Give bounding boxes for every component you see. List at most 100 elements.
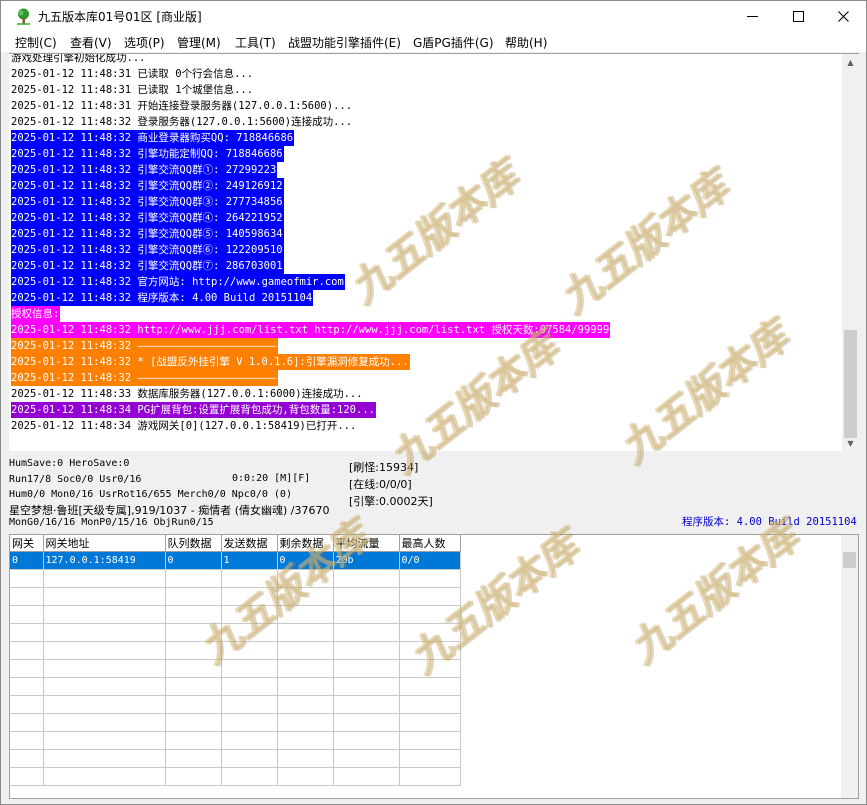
table-cell [333,713,400,732]
log-line: 2025-01-12 11:48:32 引擎交流QQ群⑥: 122209510 [11,242,284,258]
table-cell [221,749,278,768]
table-cell [43,731,166,750]
log-line: 2025-01-12 11:48:32 引擎交流QQ群②: 249126912 [11,178,284,194]
log-line: 2025-01-12 11:48:32 引擎交流QQ群⑦: 286703001 [11,258,284,274]
log-line: 2025-01-12 11:48:32 引擎交流QQ群③: 277734856 [11,194,284,210]
table-cell [43,569,166,588]
table-row[interactable]: 0 127.0.0.1:58419 0 1 0 20b 0/0 [10,551,461,570]
table-row-empty [10,605,461,624]
table-cell [277,695,334,714]
table-cell [221,659,278,678]
table-cell [221,605,278,624]
table-cell [10,623,44,642]
table-cell [399,713,461,732]
minimize-button[interactable] [729,1,775,32]
table-cell [165,695,222,714]
log-line: 2025-01-12 11:48:32 引擎交流QQ群⑤: 140598634 [11,226,284,242]
table-cell [399,749,461,768]
log-line: 2025-01-12 11:48:32 程序版本: 4.00 Build 201… [11,290,314,306]
table-row-empty [10,677,461,696]
menu-control[interactable]: 控制(C) [15,34,57,51]
table-cell [277,623,334,642]
column-header[interactable]: 平均流量 [333,535,400,552]
column-header[interactable]: 队列数据 [165,535,222,552]
table-cell [221,713,278,732]
table-cell [333,641,400,660]
table-row-empty [10,749,461,768]
status-run: Run17/8 Soc0/0 Usr0/16 [9,474,142,485]
table-row-empty [10,731,461,750]
table-cell [333,767,400,786]
table-cell [43,677,166,696]
menu-tools[interactable]: 工具(T) [235,34,276,51]
menu-bar: 控制(C) 查看(V) 选项(P) 管理(M) 工具(T) 战盟功能引擎插件(E… [1,32,866,52]
table-cell [43,713,166,732]
table-scrollbar[interactable] [841,535,858,798]
table-cell [277,605,334,624]
column-header[interactable]: 网关地址 [43,535,166,552]
table-cell [165,713,222,732]
main-window: 九五版本库01号01区 [商业版] 控制(C) 查看(V) 选项(P) 管理(M… [0,0,867,805]
column-header[interactable]: 最高人数 [399,535,461,552]
table-header-row: 网关 网关地址 队列数据 发送数据 剩余数据 平均流量 最高人数 [10,535,461,552]
log-line: 2025-01-12 11:48:34 游戏网关[0](127.0.0.1:58… [11,418,358,434]
status-hum: Hum0/0 Mon0/16 UsrRot16/655 Merch0/0 Npc… [9,489,292,500]
table-cell [165,569,222,588]
status-character: 星空梦想·鲁班[天级专属],919/1037 - 痴情者 (倩女幽魂) /376… [9,504,330,517]
table-cell [399,623,461,642]
log-line: 2025-01-12 11:48:31 已读取 1个城堡信息... [11,82,255,98]
table-cell [10,605,44,624]
log-line: 2025-01-12 11:48:32 引擎功能定制QQ: 718846686 [11,146,284,162]
log-panel[interactable]: 游戏处理引擎初始化成功... 2025-01-12 11:48:31 已读取 0个… [9,53,859,451]
table-cell [333,623,400,642]
table-cell [10,641,44,660]
table-cell [43,695,166,714]
table-body: 0 127.0.0.1:58419 0 1 0 20b 0/0 [10,551,461,786]
table-cell [10,569,44,588]
log-line: 2025-01-12 11:48:32 ————————————————————… [11,370,278,386]
menu-options[interactable]: 选项(P) [124,34,165,51]
table-cell [10,731,44,750]
menu-engine-plugin[interactable]: 战盟功能引擎插件(E) [288,34,401,51]
table-cell [165,623,222,642]
table-cell [221,731,278,750]
table-cell [43,767,166,786]
scroll-down-icon[interactable]: ▼ [842,435,859,451]
maximize-button[interactable] [775,1,821,32]
table-cell [165,587,222,606]
table-row-empty [10,713,461,732]
column-header[interactable]: 剩余数据 [277,535,334,552]
table-cell [221,641,278,660]
menu-help[interactable]: 帮助(H) [505,34,547,51]
table-cell: 0 [10,551,44,570]
column-header[interactable]: 发送数据 [221,535,278,552]
scroll-up-icon[interactable]: ▲ [842,54,859,71]
status-mon: MonG0/16/16 MonP0/15/16 ObjRun0/15 [9,517,214,528]
table-row-empty [10,587,461,606]
gateway-table-panel[interactable]: 网关 网关地址 队列数据 发送数据 剩余数据 平均流量 最高人数 0 127.0.0.1:58… [9,534,859,799]
maximize-icon [792,11,804,22]
table-cell [399,587,461,606]
table-cell: 20b [333,551,400,570]
log-line: 2025-01-12 11:48:32 商业登录器购买QQ: 718846686 [11,130,295,146]
close-button[interactable] [820,1,866,32]
table-cell [277,731,334,750]
log-scrollbar[interactable]: ▲ ▼ [842,54,859,451]
status-timer: 0:0:20 [M][F] [232,473,311,484]
log-scrollbar-thumb[interactable] [844,330,857,438]
menu-view[interactable]: 查看(V) [70,34,112,51]
column-header[interactable]: 网关 [10,535,44,552]
status-engine: [引擎:0.0002天] [349,495,433,508]
table-cell [43,587,166,606]
table-cell [165,677,222,696]
table-cell [221,569,278,588]
log-line: 2025-01-12 11:48:32 引擎交流QQ群④: 264221952 [11,210,284,226]
title-bar[interactable]: 九五版本库01号01区 [商业版] [1,1,866,32]
table-cell [221,767,278,786]
table-row-empty [10,767,461,786]
menu-gshield-plugin[interactable]: G盾PG插件(G) [413,34,494,51]
menu-manage[interactable]: 管理(M) [177,34,221,51]
table-cell [10,659,44,678]
table-scrollbar-thumb[interactable] [843,552,856,568]
table-cell [277,569,334,588]
